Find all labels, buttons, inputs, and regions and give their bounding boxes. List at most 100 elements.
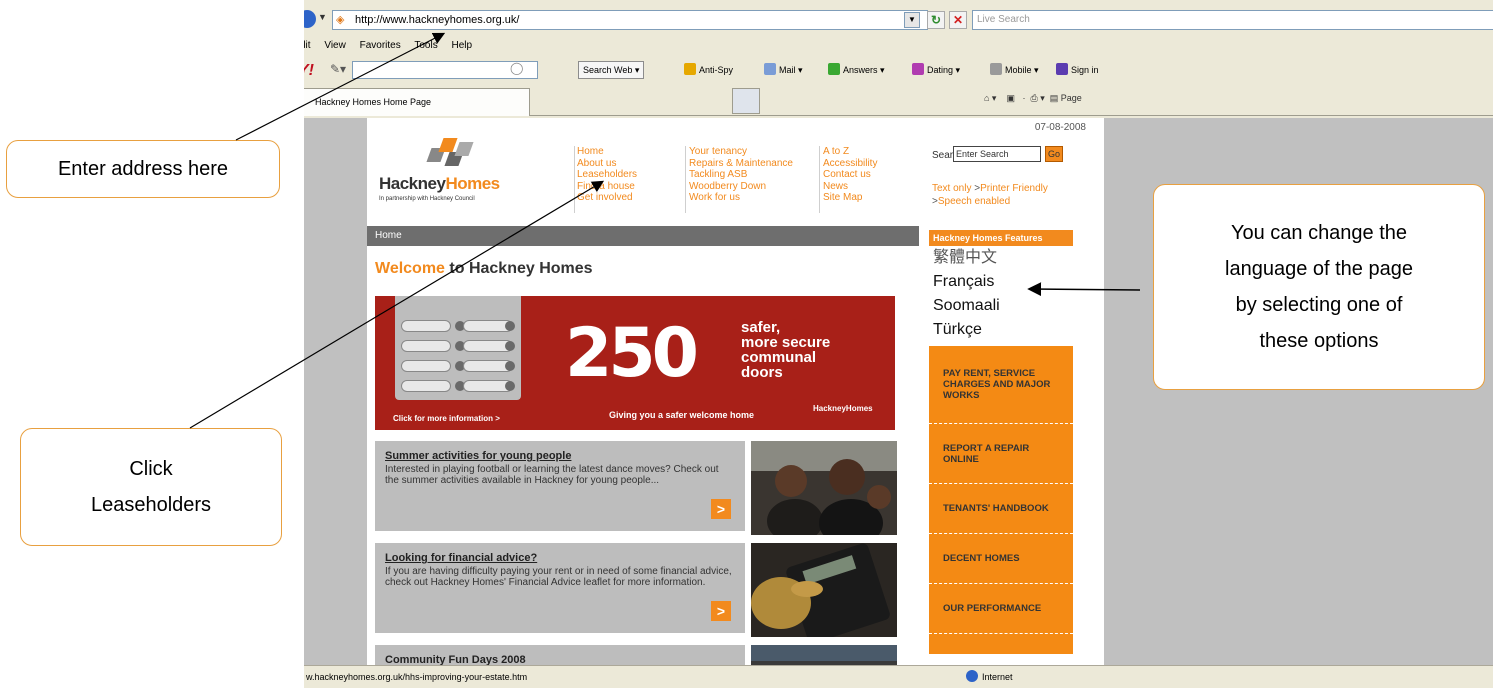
news-photo-fun-days[interactable] — [751, 645, 897, 665]
logo-mark-icon — [423, 134, 474, 170]
sign-in-label: Sign in — [1071, 65, 1099, 75]
nav-link-repairs[interactable]: Repairs & Maintenance — [689, 158, 793, 170]
text-only-link[interactable]: Text only — [932, 183, 971, 194]
search-icon[interactable]: ◯ — [510, 61, 523, 75]
language-somali[interactable]: Soomaali — [929, 294, 1073, 318]
pay-rent-link[interactable]: PAY RENT, SERVICE CHARGES AND MAJOR WORK… — [929, 346, 1073, 424]
site-search-go-button[interactable]: Go — [1045, 146, 1063, 162]
back-button-icon[interactable] — [304, 10, 316, 28]
page-date: 07-08-2008 — [1034, 122, 1086, 133]
nav-link-site-map[interactable]: Site Map — [823, 192, 877, 204]
news-title[interactable]: Community Fun Days 2008 — [385, 654, 735, 665]
anti-spy-button[interactable]: Anti-Spy — [684, 63, 733, 75]
tab-strip: ◈ Hackney Homes Home Page ⌂ ▾ ▣ · ⎙ ▾ ▤ … — [304, 86, 1493, 116]
logo-name-part2: Homes — [445, 174, 500, 193]
tab-hackney-homes[interactable]: ◈ Hackney Homes Home Page — [304, 88, 530, 116]
callout-enter-address: Enter address here — [6, 140, 280, 198]
page-title: Welcome to Hackney Homes — [375, 260, 593, 278]
news-body: If you are having difficulty paying your… — [385, 565, 732, 589]
history-dropdown-icon[interactable]: ▼ — [318, 12, 327, 22]
hackney-homes-logo[interactable]: HackneyHomes In partnership with Hackney… — [379, 134, 539, 214]
nav-link-leaseholders[interactable]: Leaseholders — [577, 169, 637, 181]
news-title[interactable]: Looking for financial advice? — [385, 552, 735, 565]
menu-view[interactable]: View — [324, 40, 346, 51]
yahoo-logo-icon[interactable]: Y! — [304, 62, 314, 80]
pencil-icon[interactable]: ✎▾ — [330, 62, 346, 76]
feeds-icon[interactable]: ▣ — [1006, 93, 1015, 103]
report-repair-link[interactable]: REPORT A REPAIR ONLINE — [929, 424, 1073, 484]
language-chinese[interactable]: 繁體中文 — [929, 246, 1073, 270]
logo-name: HackneyHomes — [379, 174, 500, 194]
search-web-button[interactable]: Search Web ▾ — [578, 61, 645, 79]
answers-button[interactable]: Answers ▾ — [828, 63, 885, 76]
nav-link-home[interactable]: Home — [577, 146, 637, 158]
news-photo-young-people[interactable] — [751, 441, 897, 535]
sign-in-button[interactable]: Sign in — [1056, 63, 1099, 75]
more-arrow-button[interactable]: > — [711, 601, 731, 621]
command-bar: ⌂ ▾ ▣ · ⎙ ▾ ▤ Page — [984, 93, 1082, 103]
features-heading: Hackney Homes Features — [929, 230, 1073, 246]
live-search-input[interactable]: Live Search — [972, 10, 1493, 30]
printer-friendly-link[interactable]: Printer Friendly — [980, 183, 1048, 194]
mobile-label: Mobile — [1005, 65, 1032, 75]
nav-link-get-involved[interactable]: Get involved — [577, 192, 637, 204]
print-icon[interactable]: ⎙ ▾ — [1031, 93, 1045, 103]
stop-icon[interactable]: ✕ — [949, 11, 967, 29]
logo-tagline: In partnership with Hackney Council — [379, 196, 475, 202]
breadcrumb: Home — [367, 226, 919, 246]
intercom-image — [395, 296, 521, 400]
tenants-handbook-link[interactable]: TENANTS' HANDBOOK — [929, 484, 1073, 534]
address-dropdown-icon[interactable]: ▼ — [904, 12, 920, 28]
nav-link-about-us[interactable]: About us — [577, 158, 637, 170]
menu-favorites[interactable]: Favorites — [360, 40, 401, 51]
menu-bar: dit View Favorites Tools Help — [304, 40, 483, 56]
nav-divider — [685, 146, 686, 213]
dating-button[interactable]: Dating ▾ — [912, 63, 960, 76]
nav-link-a-to-z[interactable]: A to Z — [823, 146, 877, 158]
photo-young-people-image — [751, 441, 897, 535]
address-bar[interactable]: ◈ http://www.hackneyhomes.org.uk/ — [332, 10, 928, 30]
doors-banner[interactable]: 250 safer, more secure communal doors Cl… — [375, 296, 895, 430]
refresh-icon[interactable]: ↻ — [927, 11, 945, 29]
menu-edit[interactable]: dit — [304, 40, 311, 51]
home-icon[interactable]: ⌂ ▾ — [984, 93, 996, 103]
callout-change-language: You can change the language of the page … — [1153, 184, 1485, 390]
callout-text-line: Click — [129, 458, 173, 480]
banner-click-link[interactable]: Click for more information > — [393, 414, 500, 423]
address-url: http://www.hackneyhomes.org.uk/ — [355, 14, 520, 26]
new-tab-button[interactable] — [732, 88, 760, 114]
logo-name-part1: Hackney — [379, 174, 446, 193]
nav-link-work-for-us[interactable]: Work for us — [689, 192, 793, 204]
menu-tools[interactable]: Tools — [414, 40, 437, 51]
mail-button[interactable]: Mail ▾ — [764, 63, 803, 76]
speech-enabled-link[interactable]: Speech enabled — [938, 196, 1010, 207]
nav-link-find-a-house[interactable]: Find a house — [577, 181, 637, 193]
nav-link-contact-us[interactable]: Contact us — [823, 169, 877, 181]
nav-link-news[interactable]: News — [823, 181, 877, 193]
anti-spy-icon — [684, 63, 696, 75]
language-french[interactable]: Français — [929, 270, 1073, 294]
news-item: Looking for financial advice? If you are… — [375, 543, 745, 633]
nav-link-accessibility[interactable]: Accessibility — [823, 158, 877, 170]
mobile-icon — [990, 63, 1002, 75]
quick-links: PAY RENT, SERVICE CHARGES AND MAJOR WORK… — [929, 346, 1073, 654]
language-turkish[interactable]: Türkçe — [929, 318, 1073, 342]
anti-spy-label: Anti-Spy — [699, 65, 734, 75]
nav-link-your-tenancy[interactable]: Your tenancy — [689, 146, 793, 158]
nav-link-woodberry-down[interactable]: Woodberry Down — [689, 181, 793, 193]
news-title[interactable]: Summer activities for young people — [385, 450, 735, 463]
nav-column-3: A to Z Accessibility Contact us News Sit… — [823, 146, 877, 204]
more-arrow-button[interactable]: > — [711, 499, 731, 519]
mobile-button[interactable]: Mobile ▾ — [990, 63, 1039, 76]
menu-help[interactable]: Help — [452, 40, 473, 51]
decent-homes-link[interactable]: DECENT HOMES — [929, 534, 1073, 584]
page-menu[interactable]: ▤ Page — [1050, 93, 1082, 103]
site-search-input[interactable]: Enter Search — [953, 146, 1041, 162]
nav-link-tackling-asb[interactable]: Tackling ASB — [689, 169, 793, 181]
news-photo-calculator[interactable] — [751, 543, 897, 637]
banner-headline-line: doors — [741, 364, 783, 381]
yahoo-toolbar: Y! ✎▾ ◯ Search Web ▾ Anti-Spy Mail ▾ Ans… — [304, 60, 1493, 82]
our-performance-link[interactable]: OUR PERFORMANCE — [929, 584, 1073, 634]
banner-headline-line: safer, — [741, 319, 781, 336]
status-url: w.hackneyhomes.org.uk/hhs-improving-your… — [306, 672, 528, 682]
